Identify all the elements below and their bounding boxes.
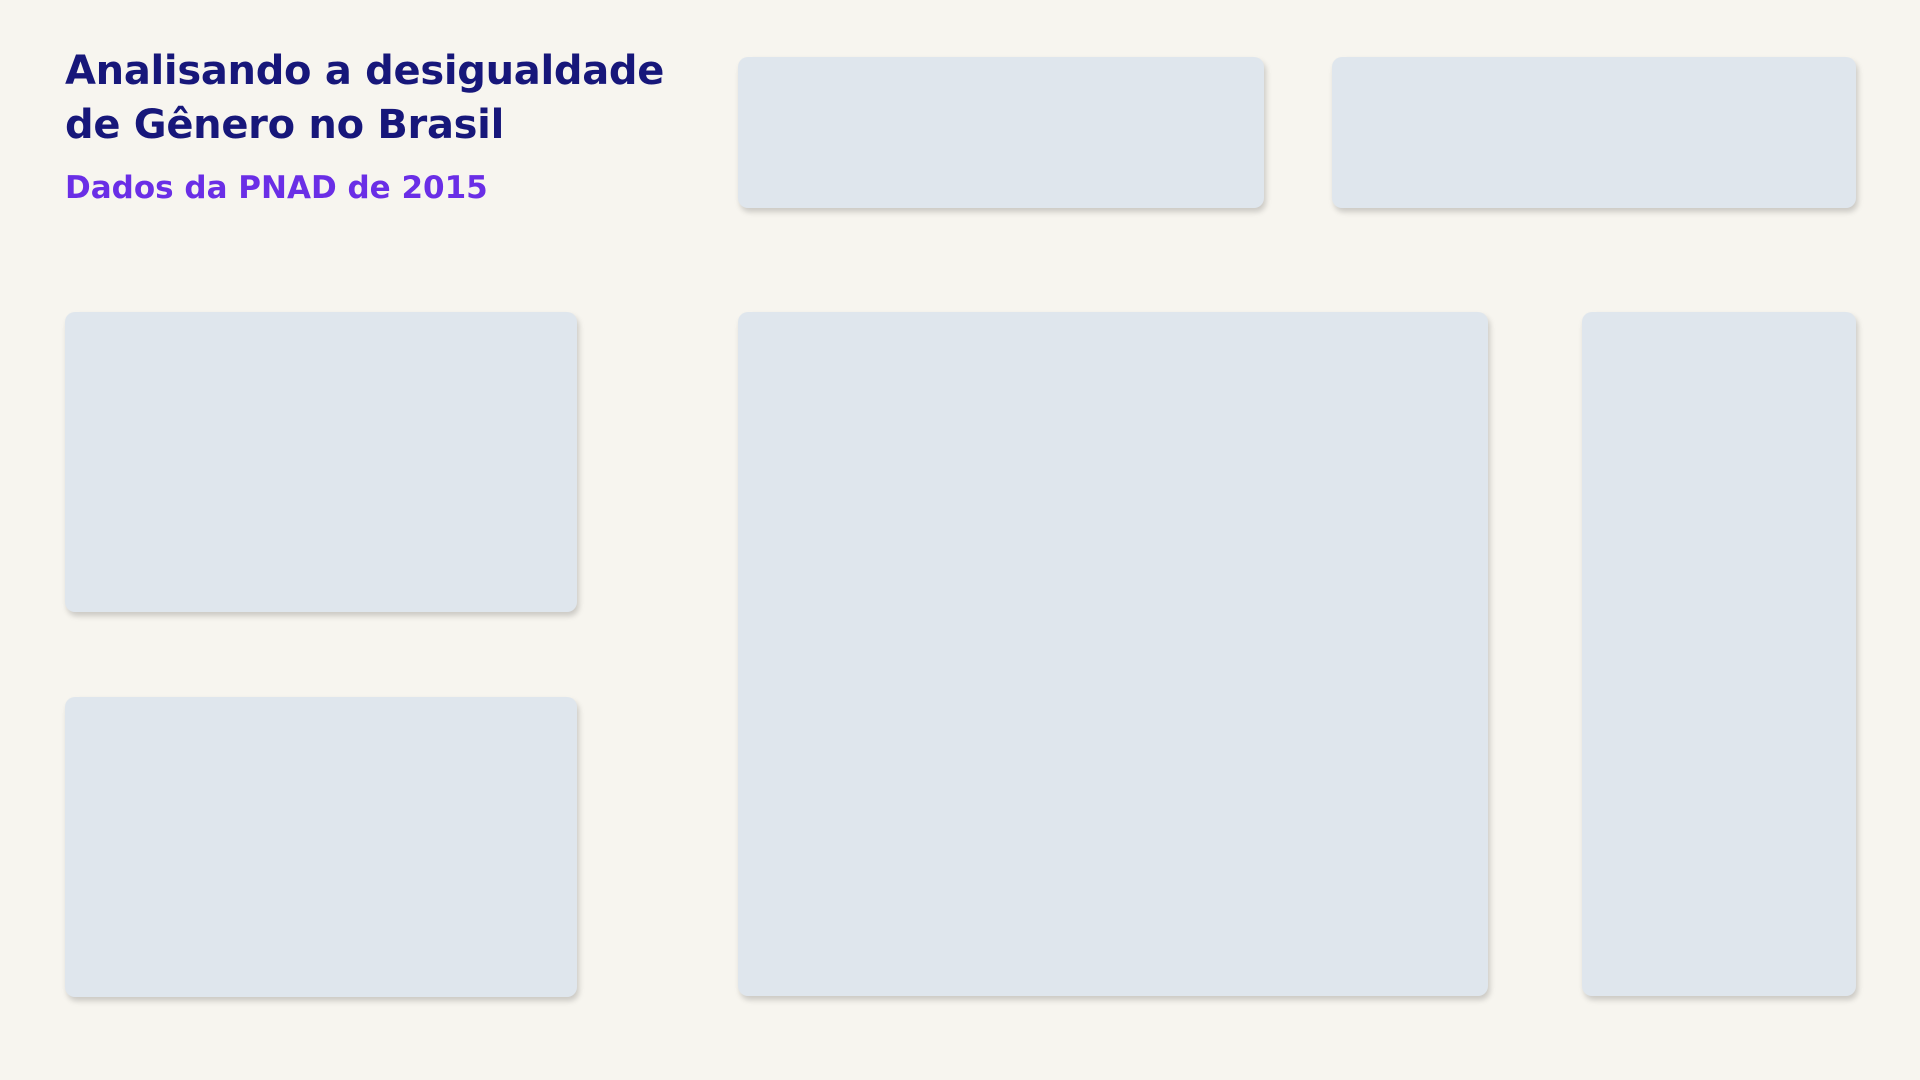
kpi-card-1 xyxy=(738,57,1264,208)
chart-card-left-bottom xyxy=(65,697,577,997)
dashboard-header: Analisando a desigualdade de Gênero no B… xyxy=(65,44,685,208)
chart-card-left-top xyxy=(65,312,577,612)
kpi-card-2 xyxy=(1332,57,1856,208)
chart-card-right xyxy=(1582,312,1856,996)
page-title: Analisando a desigualdade de Gênero no B… xyxy=(65,48,665,148)
chart-card-main xyxy=(738,312,1488,996)
page-subtitle: Dados da PNAD de 2015 xyxy=(65,170,488,206)
